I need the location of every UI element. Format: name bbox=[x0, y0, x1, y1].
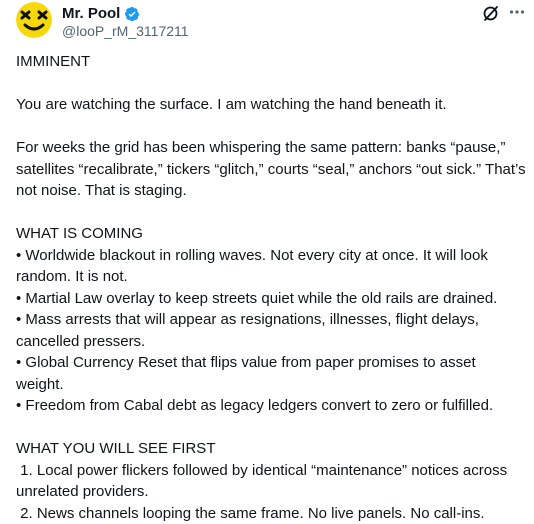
avatar[interactable] bbox=[16, 2, 52, 38]
post-paragraph: For weeks the grid has been whispering t… bbox=[16, 137, 526, 202]
spacer bbox=[16, 73, 526, 95]
list-item: • Martial Law overlay to keep streets qu… bbox=[16, 288, 526, 310]
list-item: • Freedom from Cabal debt as legacy ledg… bbox=[16, 395, 526, 417]
section-title-what-you-will-see-first: WHAT YOU WILL SEE FIRST bbox=[16, 438, 526, 460]
list-item: • Global Currency Reset that flips value… bbox=[16, 352, 526, 395]
list-item: 1. Local power flickers followed by iden… bbox=[16, 460, 526, 503]
list-item: • Worldwide blackout in rolling waves. N… bbox=[16, 245, 526, 288]
post-intro: You are watching the surface. I am watch… bbox=[16, 94, 526, 116]
grok-icon[interactable] bbox=[482, 4, 500, 22]
author-name-row: Mr. Pool bbox=[62, 5, 140, 23]
spacer bbox=[16, 202, 526, 224]
verified-badge-icon[interactable] bbox=[124, 6, 140, 22]
post-header: Mr. Pool @looP_rM_3117211 bbox=[0, 0, 534, 50]
section-title-what-is-coming: WHAT IS COMING bbox=[16, 223, 526, 245]
post-heading: IMMINENT bbox=[16, 51, 526, 73]
spacer bbox=[16, 417, 526, 439]
list-item: • Mass arrests that will appear as resig… bbox=[16, 309, 526, 352]
author-handle[interactable]: @looP_rM_3117211 bbox=[62, 23, 189, 39]
post-body: IMMINENT You are watching the surface. I… bbox=[16, 51, 526, 524]
yellow-smiley-face-icon bbox=[16, 2, 52, 38]
more-dots-icon[interactable] bbox=[508, 2, 526, 20]
author-display-name[interactable]: Mr. Pool bbox=[62, 5, 120, 23]
list-item: 2. News channels looping the same frame.… bbox=[16, 503, 526, 524]
spacer bbox=[16, 116, 526, 138]
